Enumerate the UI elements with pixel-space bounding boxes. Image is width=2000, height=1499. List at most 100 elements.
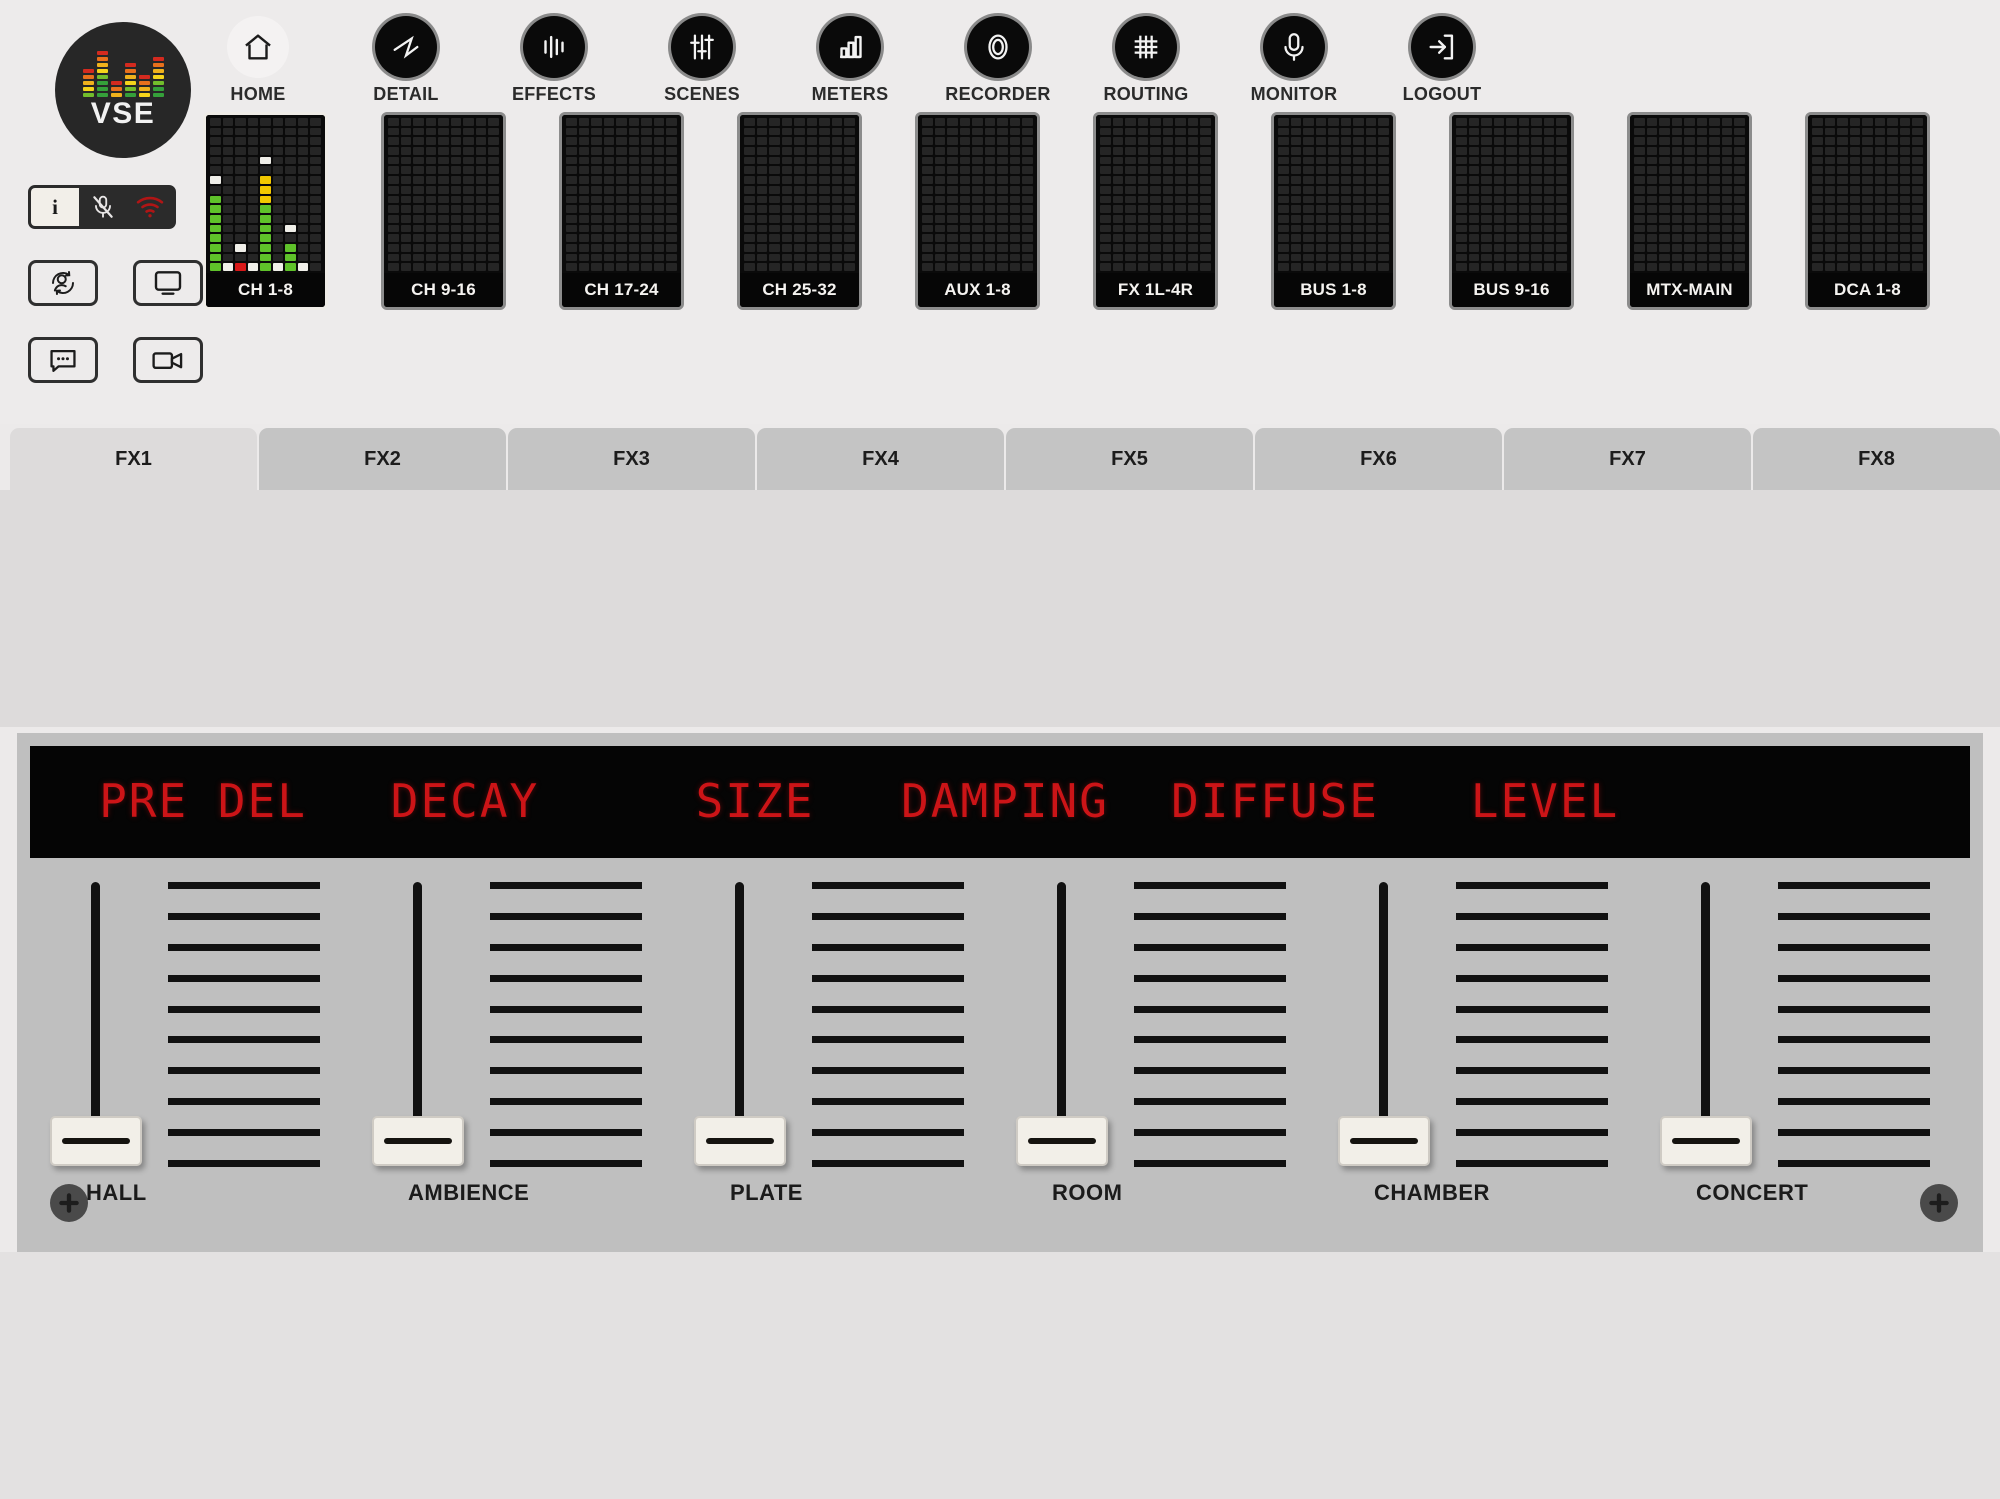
led-cell: [1671, 205, 1683, 213]
led-cell: [1837, 185, 1848, 194]
meter-panel-ch-1-8[interactable]: CH 1-8: [203, 112, 328, 310]
led-cell: [1734, 224, 1745, 233]
led-cell: [1112, 224, 1124, 233]
nav-item-effects[interactable]: EFFECTS: [496, 8, 612, 105]
fader-handle[interactable]: [694, 1116, 786, 1166]
decrement-plus-icon[interactable]: [50, 1184, 88, 1222]
tab-fx8[interactable]: FX8: [1753, 428, 2000, 490]
led-cell: [1315, 166, 1327, 175]
nav-item-monitor[interactable]: MONITOR: [1236, 8, 1352, 105]
led-cell: [819, 147, 830, 155]
fader-hall[interactable]: HALL: [40, 866, 330, 1244]
microphone-muted-icon[interactable]: [79, 188, 126, 226]
led-cell: [1696, 195, 1708, 204]
fader-track[interactable]: [1701, 882, 1710, 1132]
led-cell: [578, 127, 590, 136]
led-cell: [616, 166, 627, 175]
fader-handle[interactable]: [50, 1116, 142, 1166]
led-cell: [1328, 147, 1339, 155]
led-cell: [297, 214, 309, 223]
meter-panel-mtx-main[interactable]: MTX-MAIN: [1627, 112, 1752, 310]
nav-item-logout[interactable]: LOGOUT: [1384, 8, 1500, 105]
led-cell: [997, 127, 1008, 136]
led-cell: [566, 243, 577, 252]
led-cell: [425, 147, 437, 155]
tab-fx1[interactable]: FX1: [10, 428, 257, 490]
led-cell: [922, 253, 933, 262]
fader-scale-tick: [1456, 1129, 1608, 1136]
led-cell: [1200, 253, 1211, 262]
led-cell: [210, 166, 221, 175]
tab-fx5[interactable]: FX5: [1006, 428, 1253, 490]
nav-item-routing[interactable]: ROUTING: [1088, 8, 1204, 105]
fader-plate[interactable]: PLATE: [684, 866, 974, 1244]
tab-fx7[interactable]: FX7: [1504, 428, 1751, 490]
led-cell: [1112, 147, 1124, 155]
meter-panel-ch-17-24[interactable]: CH 17-24: [559, 112, 684, 310]
meter-panel-fx-1l-4r[interactable]: FX 1L-4R: [1093, 112, 1218, 310]
led-cell: [1137, 234, 1149, 242]
led-cell: [1518, 127, 1530, 136]
led-cell: [1634, 127, 1645, 136]
led-cell: [806, 195, 818, 204]
led-cell: [972, 166, 983, 175]
tab-fx6[interactable]: FX6: [1255, 428, 1502, 490]
display-button[interactable]: [133, 260, 203, 306]
led-cell: [1175, 185, 1186, 194]
fader-scale-tick: [1456, 912, 1608, 920]
increment-plus-icon[interactable]: [1920, 1184, 1958, 1222]
fader-handle[interactable]: [1338, 1116, 1430, 1166]
meter-panel-aux-1-8[interactable]: AUX 1-8: [915, 112, 1040, 310]
led-cell: [1862, 127, 1873, 136]
user-sync-button[interactable]: [28, 260, 98, 306]
fader-track[interactable]: [735, 882, 744, 1132]
fader-track[interactable]: [91, 882, 100, 1132]
led-cell: [1456, 166, 1467, 175]
led-cell: [1518, 118, 1530, 126]
fader-track[interactable]: [413, 882, 422, 1132]
nav-item-meters[interactable]: METERS: [792, 8, 908, 105]
fader-room[interactable]: ROOM: [1006, 866, 1296, 1244]
fader-handle[interactable]: [1660, 1116, 1752, 1166]
led-cell: [413, 137, 424, 146]
meter-panel-dca-1-8[interactable]: DCA 1-8: [1805, 112, 1930, 310]
led-cell: [1837, 263, 1848, 271]
fader-scale-tick: [1778, 882, 1930, 889]
led-cell: [641, 185, 652, 194]
led-cell: [1022, 263, 1033, 271]
meter-panel-ch-25-32[interactable]: CH 25-32: [737, 112, 862, 310]
led-cell: [1721, 118, 1733, 126]
waveform-icon: [375, 16, 437, 78]
led-cell: [1849, 166, 1861, 175]
messages-button[interactable]: [28, 337, 98, 383]
fader-ambience[interactable]: AMBIENCE: [362, 866, 652, 1244]
tab-fx2[interactable]: FX2: [259, 428, 506, 490]
led-cell: [1315, 195, 1327, 204]
nav-item-recorder[interactable]: RECORDER: [940, 8, 1056, 105]
fader-handle[interactable]: [1016, 1116, 1108, 1166]
video-button[interactable]: [133, 337, 203, 383]
wifi-icon[interactable]: [126, 188, 173, 226]
fader-concert[interactable]: CONCERT: [1650, 866, 1940, 1244]
fader-track[interactable]: [1057, 882, 1066, 1132]
meter-panel-bus-1-8[interactable]: BUS 1-8: [1271, 112, 1396, 310]
led-cell: [413, 156, 424, 165]
tab-fx3[interactable]: FX3: [508, 428, 755, 490]
fader-handle[interactable]: [372, 1116, 464, 1166]
led-cell: [1481, 176, 1492, 184]
led-cell: [1365, 234, 1377, 242]
meter-panel-bus-9-16[interactable]: BUS 9-16: [1449, 112, 1574, 310]
nav-item-detail[interactable]: DETAIL: [348, 8, 464, 105]
led-cell: [400, 214, 412, 223]
info-button[interactable]: i: [31, 188, 79, 226]
meter-panel-ch-9-16[interactable]: CH 9-16: [381, 112, 506, 310]
led-cell: [1353, 166, 1364, 175]
led-cell: [1671, 263, 1683, 271]
led-cell: [1137, 243, 1149, 252]
nav-item-scenes[interactable]: SCENES: [644, 8, 760, 105]
fader-track[interactable]: [1379, 882, 1388, 1132]
tab-fx4[interactable]: FX4: [757, 428, 1004, 490]
fader-chamber[interactable]: CHAMBER: [1328, 866, 1618, 1244]
nav-item-home[interactable]: HOME: [200, 8, 316, 105]
fx-tabs: FX1 FX2 FX3 FX4 FX5 FX6 FX7 FX8: [0, 428, 2000, 490]
